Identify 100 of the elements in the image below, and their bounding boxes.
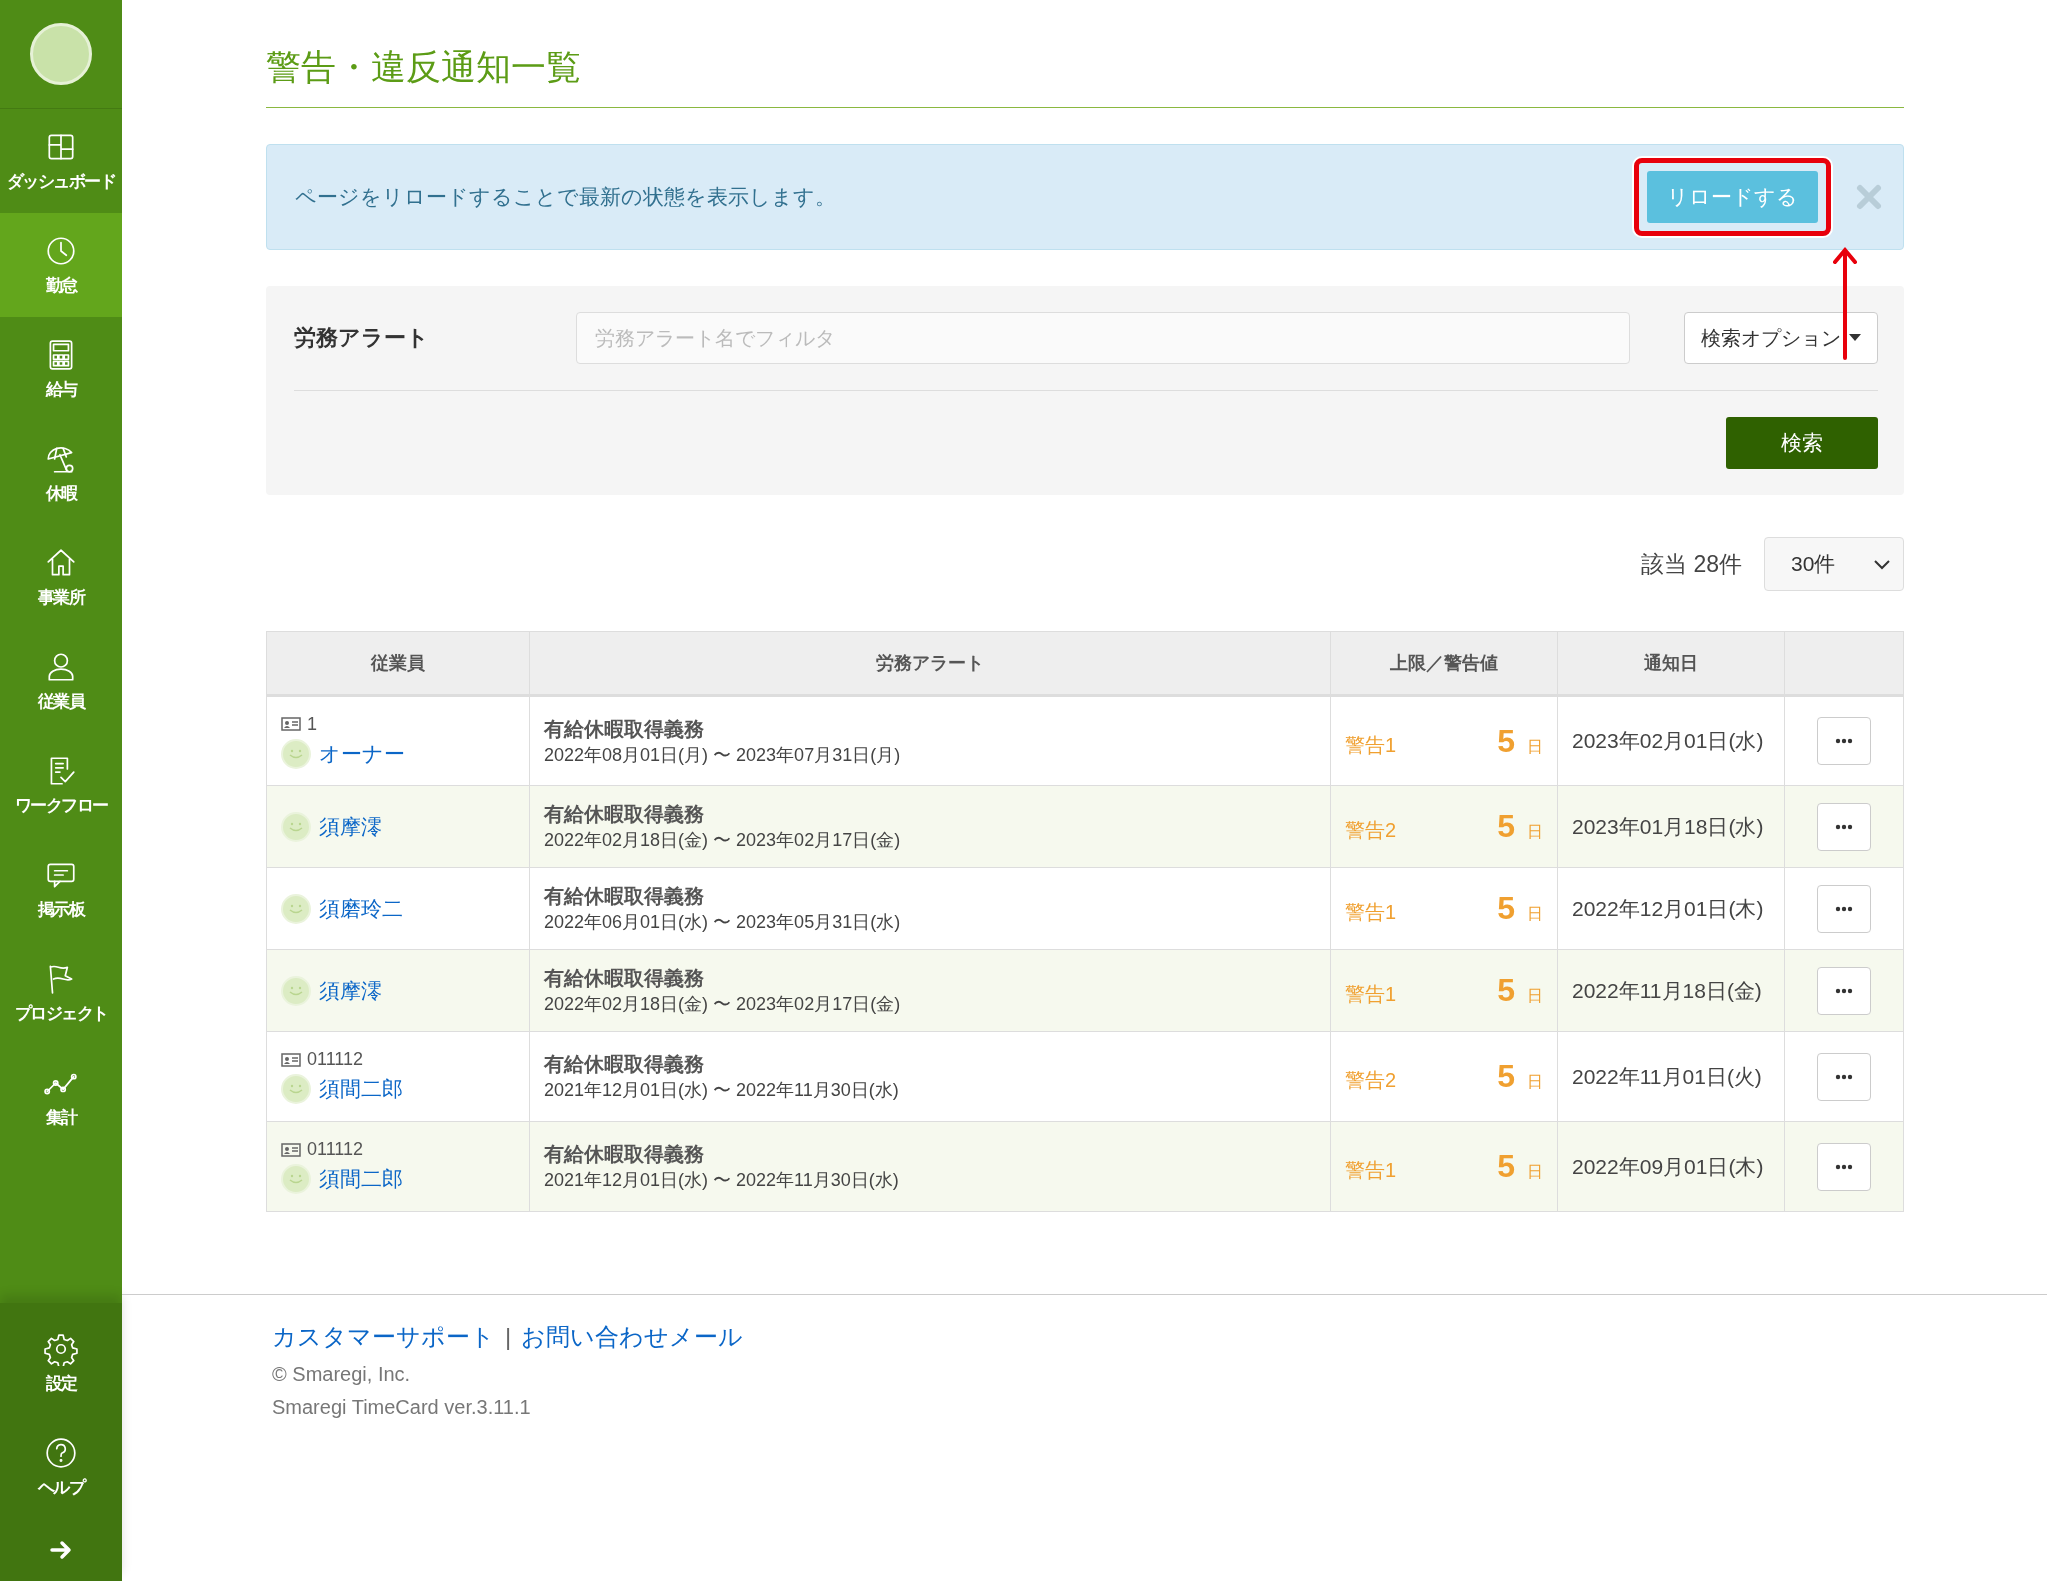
- avatar-icon: [281, 975, 311, 1006]
- banner-message: ページをリロードすることで最新の状態を表示します。: [295, 184, 837, 210]
- sidebar-item[interactable]: 給与: [0, 317, 122, 421]
- ellipsis-icon: [1835, 1163, 1853, 1170]
- avatar-icon: [281, 893, 311, 924]
- limit-value: 5: [1497, 890, 1515, 927]
- chevron-down-icon: [1873, 558, 1891, 570]
- close-icon[interactable]: [1855, 183, 1883, 211]
- ellipsis-icon: [1835, 1073, 1853, 1080]
- limit-unit: 日: [1527, 736, 1543, 757]
- column-header: 上限／警告値: [1330, 631, 1558, 696]
- alert-period: 2021年12月01日(水) 〜 2022年11月30日(水): [544, 1079, 900, 1102]
- employee-link[interactable]: オーナー: [319, 739, 405, 768]
- sidebar-item[interactable]: 休暇: [0, 421, 122, 525]
- avatar-icon: [281, 1164, 311, 1194]
- search-button[interactable]: 検索: [1726, 417, 1878, 469]
- sidebar-item[interactable]: 従業員: [0, 629, 122, 733]
- more-button[interactable]: [1817, 966, 1871, 1015]
- notification-date: 2022年11月18日(金): [1572, 978, 1762, 1002]
- help-icon: [44, 1435, 78, 1470]
- column-header: 通知日: [1557, 631, 1785, 696]
- caret-icon: [1849, 334, 1861, 342]
- more-button[interactable]: [1817, 1142, 1871, 1191]
- alert-name: 有給休暇取得義務: [544, 1142, 705, 1167]
- sidebar-item[interactable]: プロジェクト: [0, 941, 122, 1045]
- more-button[interactable]: [1817, 1052, 1871, 1101]
- limit-value: 5: [1497, 1058, 1515, 1095]
- limit-value: 5: [1497, 972, 1515, 1009]
- alert-name: 有給休暇取得義務: [544, 802, 705, 827]
- warning-level: 警告1: [1345, 900, 1398, 925]
- filter-label: 労務アラート: [294, 324, 430, 352]
- settings-icon: [44, 1331, 78, 1366]
- employee-code: 1: [307, 713, 317, 735]
- sidebar-item[interactable]: 事業所: [0, 525, 122, 629]
- result-count: 該当 28件: [1641, 549, 1742, 579]
- search-options-button[interactable]: 検索オプション: [1684, 312, 1878, 364]
- sidebar-item[interactable]: 集計: [0, 1045, 122, 1149]
- copyright-text: © Smaregi, Inc.: [272, 1363, 412, 1386]
- notification-date: 2023年02月01日(水): [1572, 729, 1764, 752]
- warning-level: 警告2: [1345, 1068, 1398, 1093]
- id-card-icon: [281, 717, 301, 731]
- alert-period: 2022年08月01日(月) 〜 2023年07月31日(月): [544, 743, 902, 767]
- id-card-icon: [281, 1142, 301, 1157]
- employee-code: 011112: [307, 1139, 364, 1160]
- warning-level: 警告1: [1345, 732, 1398, 758]
- sidebar-item[interactable]: ワークフロー: [0, 733, 122, 837]
- limit-value: 5: [1497, 722, 1515, 760]
- warning-level: 警告2: [1345, 818, 1398, 843]
- sidebar-item[interactable]: ヘルプ: [0, 1415, 122, 1519]
- ellipsis-icon: [1835, 987, 1853, 994]
- limit-value: 5: [1497, 808, 1515, 845]
- avatar-icon: [281, 811, 311, 842]
- alert-name: 有給休暇取得義務: [544, 1052, 705, 1077]
- employee-code: 011112: [307, 1049, 364, 1070]
- limit-unit: 日: [1527, 822, 1543, 842]
- ellipsis-icon: [1835, 823, 1853, 830]
- warning-level: 警告1: [1345, 1158, 1398, 1183]
- more-button[interactable]: [1817, 884, 1871, 933]
- more-button[interactable]: [1817, 802, 1871, 851]
- alert-name: 有給休暇取得義務: [544, 966, 705, 991]
- sidebar-item[interactable]: 掲示板: [0, 837, 122, 941]
- employee-link[interactable]: 須磨玲二: [319, 894, 403, 923]
- employee-link[interactable]: 須摩澪: [319, 812, 382, 841]
- employee-link[interactable]: 須摩澪: [319, 976, 382, 1005]
- sidebar-item[interactable]: ダッシュボード: [0, 109, 122, 213]
- notification-date: 2022年12月01日(木): [1572, 896, 1764, 920]
- limit-unit: 日: [1527, 986, 1543, 1006]
- more-button[interactable]: [1817, 717, 1871, 765]
- alert-period: 2022年06月01日(水) 〜 2023年05月31日(水): [544, 911, 902, 934]
- notification-date: 2022年09月01日(木): [1572, 1154, 1764, 1178]
- notification-date: 2022年11月01日(火): [1572, 1064, 1762, 1088]
- employee-link[interactable]: 須間二郎: [319, 1075, 403, 1103]
- avatar-icon: [281, 1074, 311, 1104]
- limit-value: 5: [1497, 1148, 1515, 1185]
- page-size-select[interactable]: 30件: [1764, 537, 1904, 591]
- limit-unit: 日: [1527, 1162, 1543, 1182]
- footer-link[interactable]: カスタマーサポート: [272, 1321, 495, 1353]
- link-separator: |: [505, 1323, 512, 1351]
- ellipsis-icon: [1835, 905, 1853, 912]
- employee-link[interactable]: 須間二郎: [319, 1165, 403, 1193]
- version-text: Smaregi TimeCard ver.3.11.1: [272, 1396, 532, 1419]
- arrow-right-icon[interactable]: [49, 1538, 73, 1562]
- footer-link[interactable]: お問い合わせメール: [521, 1321, 744, 1353]
- alert-period: 2021年12月01日(水) 〜 2022年11月30日(水): [544, 1169, 900, 1192]
- sidebar-item[interactable]: 設定: [0, 1311, 122, 1415]
- limit-unit: 日: [1527, 904, 1543, 924]
- ellipsis-icon: [1835, 738, 1853, 744]
- limit-unit: 日: [1527, 1072, 1543, 1092]
- sidebar-item[interactable]: 勤怠: [0, 213, 122, 317]
- alert-name: 有給休暇取得義務: [544, 716, 705, 742]
- alert-period: 2022年02月18日(金) 〜 2023年02月17日(金): [544, 993, 902, 1016]
- filter-field[interactable]: 労務アラート名でフィルタ: [576, 312, 1630, 364]
- id-card-icon: [281, 1052, 301, 1067]
- page-title: 警告・違反通知一覧: [266, 44, 1904, 108]
- column-header: 労務アラート: [529, 631, 1331, 696]
- alert-name: 有給休暇取得義務: [544, 884, 705, 909]
- notification-date: 2023年01月18日(水): [1572, 814, 1764, 838]
- avatar-icon: [281, 738, 311, 769]
- alert-period: 2022年02月18日(金) 〜 2023年02月17日(金): [544, 829, 902, 852]
- warning-level: 警告1: [1345, 982, 1398, 1007]
